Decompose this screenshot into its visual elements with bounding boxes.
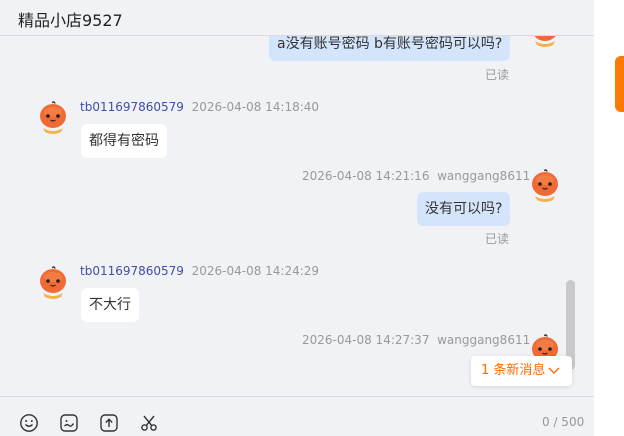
customer-avatar[interactable] [38,266,68,302]
message-meta: tb011697860579 2026-04-08 14:18:40 [80,100,319,114]
input-toolbar: 0 / 500 [0,396,594,436]
message-meta: tb011697860579 2026-04-08 14:24:29 [80,264,319,278]
message-time: 2026-04-08 14:18:40 [191,100,320,114]
new-message-button[interactable]: 1 条新消息 [471,356,573,386]
sticker-icon[interactable] [59,413,79,433]
message-meta: 2026-04-08 14:27:37 wanggang8611 [302,333,530,347]
message-meta: 2026-04-08 14:21:16 wanggang8611 [302,169,530,183]
char-counter: 0 / 500 [542,415,585,429]
customer-message-bubble: 不大行 [81,288,139,322]
shop-title: 精品小店9527 [18,11,123,30]
customer-message-bubble: 都得有密码 [81,124,167,158]
message-list[interactable]: a没有账号密码 b有账号密码可以吗? 已读 tb011697860579 202… [0,36,594,396]
chat-header: 精品小店9527 [0,0,594,36]
read-status: 已读 [485,68,510,82]
side-panel-tab[interactable] [615,56,624,112]
right-side-panel [594,0,624,436]
my-message-bubble: 没有可以吗? [417,192,511,226]
my-avatar[interactable] [530,36,560,50]
emoji-icon[interactable] [19,413,39,433]
customer-nick[interactable]: tb011697860579 [80,100,184,114]
message-time: 2026-04-08 14:24:29 [191,264,320,278]
upload-icon[interactable] [99,413,119,433]
new-message-label: 1 条新消息 [481,363,546,378]
my-nick: wanggang8611 [437,333,531,347]
scissors-icon[interactable] [139,413,159,433]
chevron-down-icon [548,367,560,374]
read-status: 已读 [485,232,510,246]
customer-avatar[interactable] [38,101,68,137]
message-time: 2026-04-08 14:27:37 [302,333,430,347]
my-avatar[interactable] [530,169,560,205]
my-nick: wanggang8611 [437,169,531,183]
message-time: 2026-04-08 14:21:16 [302,169,430,183]
customer-nick[interactable]: tb011697860579 [80,264,184,278]
my-message-bubble: a没有账号密码 b有账号密码可以吗? [269,36,511,61]
